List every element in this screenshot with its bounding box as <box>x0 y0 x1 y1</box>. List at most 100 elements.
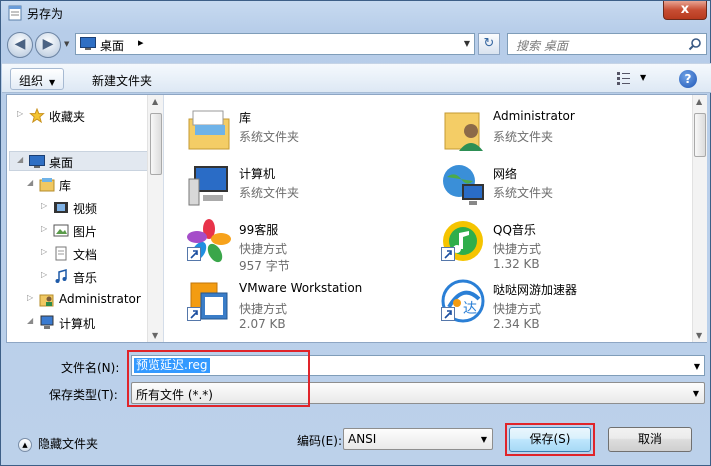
expand-icon[interactable]: ▷ <box>41 224 47 233</box>
shortcut-arrow-icon <box>441 307 455 321</box>
file-size: 2.07 KB <box>239 317 286 331</box>
browser-area: ▷ 收藏夹 ◢ 桌面 ◢ 库 ▷ 视频 ▷ 图片 ▷ 文档 ▷ 音乐 ▷ Adm… <box>6 94 707 343</box>
file-name: 99客服 <box>239 223 279 237</box>
desktop-icon <box>29 155 45 168</box>
file-list-scrollbar[interactable]: ▲ ▼ <box>692 95 707 342</box>
file-size: 2.34 KB <box>493 317 540 331</box>
close-button[interactable]: x <box>663 1 707 20</box>
search-input[interactable]: 搜索 桌面 <box>507 33 707 55</box>
sidebar-item-label: 库 <box>59 179 72 193</box>
forward-button[interactable]: ▶ <box>35 32 61 58</box>
scrollbar-thumb[interactable] <box>694 113 706 157</box>
file-name: Administrator <box>493 109 575 123</box>
expand-icon[interactable]: ▷ <box>41 270 47 279</box>
title-bar: 另存为 x <box>1 1 710 27</box>
picture-icon <box>53 224 69 237</box>
shortcut-arrow-icon <box>187 247 201 261</box>
sidebar-item-label: 图片 <box>73 225 98 239</box>
dialog-footer: ▲ 隐藏文件夹 编码(E): ANSI ▼ 保存(S) 取消 <box>2 413 711 466</box>
recent-pages-dropdown-icon[interactable]: ▼ <box>64 40 69 48</box>
collapse-icon[interactable]: ◢ <box>27 178 33 187</box>
list-item[interactable]: VMware Workstation 快捷方式 2.07 KB <box>165 273 415 331</box>
document-icon <box>55 246 67 261</box>
filename-value[interactable]: 预览延迟.reg <box>134 358 210 373</box>
user-folder-icon <box>444 112 483 151</box>
search-icon <box>688 38 701 51</box>
network-icon <box>443 165 484 205</box>
sidebar-item-label: 桌面 <box>49 156 74 170</box>
back-button[interactable]: ◀ <box>7 32 33 58</box>
file-type: 系统文件夹 <box>493 130 554 144</box>
file-name: 库 <box>239 111 252 125</box>
hide-folders-button[interactable]: ▲ 隐藏文件夹 <box>18 435 98 452</box>
file-type: 快捷方式 <box>239 302 288 316</box>
filetype-select[interactable]: 所有文件 (*.*) ▼ <box>131 382 705 404</box>
library-icon <box>188 110 230 150</box>
encoding-label: 编码(E): <box>297 434 342 448</box>
expand-icon[interactable]: ▷ <box>17 109 23 118</box>
chevron-up-icon: ▲ <box>18 437 32 452</box>
star-icon <box>29 108 45 123</box>
desktop-icon <box>80 37 96 50</box>
expand-icon[interactable]: ▷ <box>27 293 33 302</box>
refresh-button[interactable]: ↻ <box>478 33 500 55</box>
breadcrumb-chevron-icon[interactable]: ▸ <box>138 36 144 49</box>
chevron-down-icon: ▼ <box>692 389 699 398</box>
new-folder-button[interactable]: 新建文件夹 <box>92 72 152 89</box>
view-options-button[interactable]: ▼ <box>616 70 656 88</box>
hide-folders-label: 隐藏文件夹 <box>38 437 99 451</box>
organize-button[interactable]: 组织 ▼ <box>10 68 65 90</box>
video-icon <box>54 202 68 213</box>
file-size: 957 字节 <box>239 259 290 273</box>
sidebar-item-label: 文档 <box>73 248 98 262</box>
address-dropdown-icon[interactable]: ▼ <box>464 39 470 48</box>
user-folder-icon <box>39 294 54 307</box>
navigation-pane[interactable]: ▷ 收藏夹 ◢ 桌面 ◢ 库 ▷ 视频 ▷ 图片 ▷ 文档 ▷ 音乐 ▷ Adm… <box>7 95 164 342</box>
list-item[interactable]: 达 哒哒网游加速器 快捷方式 2.34 KB <box>419 273 669 331</box>
filename-field[interactable]: 预览延迟.reg ▼ <box>131 355 705 376</box>
list-item[interactable]: 库 系统文件夹 <box>165 101 415 157</box>
navigation-scrollbar[interactable]: ▲ ▼ <box>147 95 163 342</box>
file-size: 1.32 KB <box>493 257 540 271</box>
expand-icon[interactable]: ▷ <box>41 201 47 210</box>
sidebar-item-label: 音乐 <box>73 271 98 285</box>
expand-icon[interactable]: ▷ <box>41 247 47 256</box>
address-bar[interactable]: 桌面 ▸ ▼ <box>75 33 475 55</box>
view-list-icon <box>617 72 630 85</box>
scroll-down-icon[interactable]: ▼ <box>696 331 702 340</box>
scroll-up-icon[interactable]: ▲ <box>696 97 702 106</box>
file-name: QQ音乐 <box>493 223 536 237</box>
help-icon[interactable]: ? <box>679 70 697 88</box>
list-item[interactable]: 99客服 快捷方式 957 字节 <box>165 213 415 273</box>
chevron-down-icon: ▼ <box>480 435 487 444</box>
file-list[interactable]: 库 系统文件夹 Administrator 系统文件夹 计算机 系统文件夹 网络… <box>165 95 691 342</box>
file-type: 系统文件夹 <box>493 186 554 200</box>
breadcrumb[interactable]: 桌面 <box>100 37 124 54</box>
collapse-icon[interactable]: ◢ <box>17 155 23 164</box>
list-item[interactable]: QQ音乐 快捷方式 1.32 KB <box>419 213 669 271</box>
filename-label: 文件名(N): <box>61 361 120 375</box>
library-icon <box>39 178 55 192</box>
save-button[interactable]: 保存(S) <box>509 427 591 452</box>
scrollbar-thumb[interactable] <box>150 113 162 175</box>
filetype-value: 所有文件 (*.*) <box>136 388 213 402</box>
file-type: 系统文件夹 <box>239 186 300 200</box>
list-item[interactable]: 计算机 系统文件夹 <box>165 157 415 213</box>
file-type: 快捷方式 <box>239 242 288 256</box>
scroll-up-icon[interactable]: ▲ <box>152 97 158 106</box>
cancel-button[interactable]: 取消 <box>608 427 692 452</box>
file-name: 网络 <box>493 167 518 181</box>
scroll-down-icon[interactable]: ▼ <box>152 331 158 340</box>
encoding-value: ANSI <box>348 432 377 446</box>
list-item[interactable]: 网络 系统文件夹 <box>419 157 669 213</box>
chevron-down-icon[interactable]: ▼ <box>694 362 700 371</box>
file-name: 计算机 <box>239 167 276 181</box>
collapse-icon[interactable]: ◢ <box>27 316 33 325</box>
list-item[interactable]: Administrator 系统文件夹 <box>419 101 669 157</box>
encoding-select[interactable]: ANSI ▼ <box>343 428 493 450</box>
sidebar-item-label: 视频 <box>73 202 98 216</box>
computer-icon <box>188 166 228 206</box>
file-type: 系统文件夹 <box>239 130 300 144</box>
sidebar-item-label: Administrator <box>59 292 141 306</box>
chevron-down-icon: ▼ <box>49 78 56 87</box>
